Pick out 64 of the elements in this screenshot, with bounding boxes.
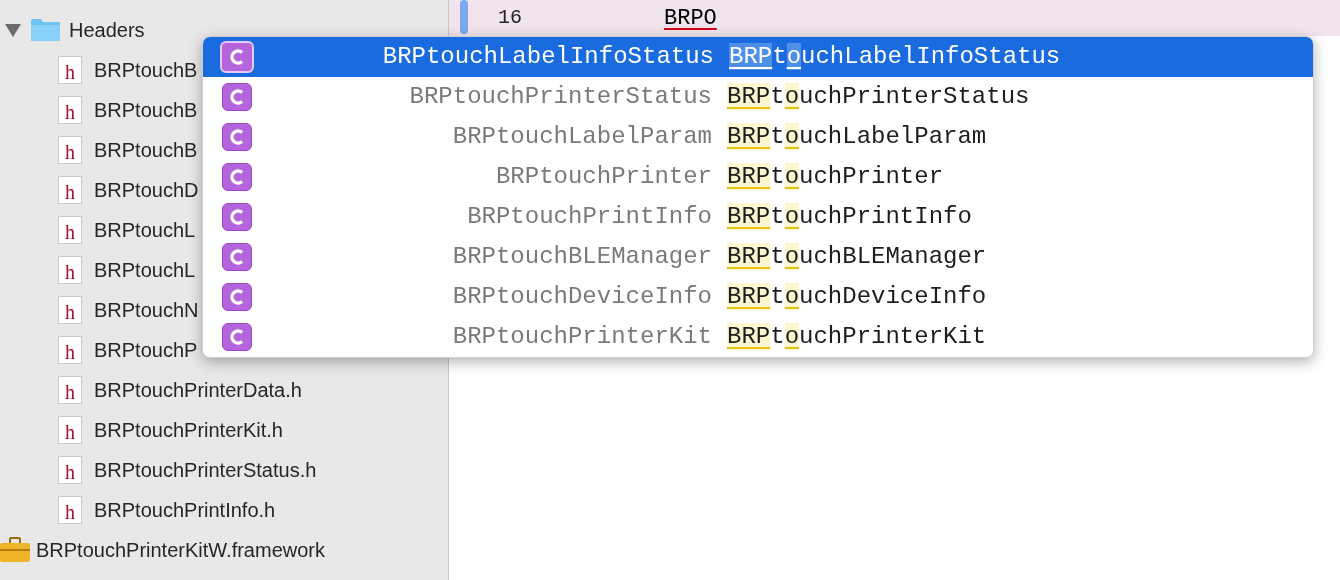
code-text: BRPO <box>664 4 717 33</box>
header-file-icon: h <box>58 136 82 164</box>
file-name[interactable]: BRPtouchL <box>94 215 196 245</box>
file-name[interactable]: BRPtouchB <box>94 95 198 125</box>
file-name[interactable]: BRPtouchB <box>94 55 198 85</box>
file-name[interactable]: BRPtouchL <box>94 255 196 285</box>
class-icon <box>222 123 252 151</box>
type-name: BRPtouchPrinterStatus <box>408 82 712 112</box>
completion-item[interactable]: BRPtouchPrinterKit BRPtouchPrinterKit <box>203 317 1313 357</box>
file-name[interactable]: BRPtouchD <box>94 175 199 205</box>
completion-item[interactable]: BRPtouchPrintInfo BRPtouchPrintInfo <box>203 197 1313 237</box>
class-icon <box>222 163 252 191</box>
type-name: BRPtouchPrinter <box>494 162 712 192</box>
class-icon <box>222 283 252 311</box>
file-name[interactable]: BRPtouchP <box>94 335 198 365</box>
folder-icon <box>30 18 61 42</box>
header-file-icon: h <box>58 376 82 404</box>
header-file-icon: h <box>58 336 82 364</box>
completion-text: BRPtouchBLEManager <box>727 242 987 272</box>
header-file-icon: h <box>58 56 82 84</box>
disclosure-triangle-icon[interactable] <box>4 22 22 38</box>
completion-text: BRPtouchLabelParam <box>727 122 987 152</box>
file-name[interactable]: BRPtouchN <box>94 295 199 325</box>
class-icon <box>222 203 252 231</box>
completion-text: BRPtouchPrinterKit <box>727 322 987 352</box>
completion-text: BRPtouchPrinterStatus <box>727 82 1030 112</box>
header-file-icon: h <box>58 456 82 484</box>
header-file-icon: h <box>58 416 82 444</box>
file-name[interactable]: BRPtouchPrinterStatus.h <box>94 455 317 485</box>
header-file-icon: h <box>58 96 82 124</box>
completion-item[interactable]: BRPtouchBLEManager BRPtouchBLEManager <box>203 237 1313 277</box>
type-name: BRPtouchLabelInfoStatus <box>381 42 714 72</box>
completion-item[interactable]: BRPtouchLabelInfoStatus BRPtouchLabelInfoStatus <box>203 37 1313 77</box>
header-file-icon: h <box>58 176 82 204</box>
type-name: BRPtouchLabelParam <box>451 122 712 152</box>
header-file-icon: h <box>58 256 82 284</box>
file-name[interactable]: BRPtouchPrintInfo.h <box>94 495 276 525</box>
file-name[interactable]: BRPtouchB <box>94 135 198 165</box>
folder-label[interactable]: Headers <box>69 15 145 45</box>
header-file-icon: h <box>58 216 82 244</box>
line-number: 16 <box>498 5 522 31</box>
completion-text: BRPtouchLabelInfoStatus <box>729 42 1061 72</box>
class-icon <box>220 41 254 73</box>
file-name[interactable]: BRPtouchPrinterKit.h <box>94 415 283 445</box>
file-name[interactable]: BRPtouchPrinterKitW.framework <box>36 535 325 565</box>
completion-item[interactable]: BRPtouchLabelParam BRPtouchLabelParam <box>203 117 1313 157</box>
class-icon <box>222 323 252 351</box>
completion-text: BRPtouchDeviceInfo <box>727 282 987 312</box>
completion-item[interactable]: BRPtouchDeviceInfo BRPtouchDeviceInfo <box>203 277 1313 317</box>
class-icon <box>222 83 252 111</box>
type-name: BRPtouchPrintInfo <box>466 202 712 232</box>
completion-text: BRPtouchPrintInfo <box>727 202 972 232</box>
completion-item[interactable]: BRPtouchPrinterStatus BRPtouchPrinterStatus <box>203 77 1313 117</box>
class-icon <box>222 243 252 271</box>
header-file-icon: h <box>58 496 82 524</box>
header-file-icon: h <box>58 296 82 324</box>
file-name[interactable]: BRPtouchPrinterData.h <box>94 375 302 405</box>
toolbox-icon <box>0 537 30 563</box>
line-marker <box>460 0 468 34</box>
type-name: BRPtouchBLEManager <box>451 242 712 272</box>
type-name: BRPtouchPrinterKit <box>451 322 712 352</box>
completion-item[interactable]: BRPtouchPrinter BRPtouchPrinter <box>203 157 1313 197</box>
type-name: BRPtouchDeviceInfo <box>451 282 712 312</box>
completion-text: BRPtouchPrinter <box>727 162 944 192</box>
